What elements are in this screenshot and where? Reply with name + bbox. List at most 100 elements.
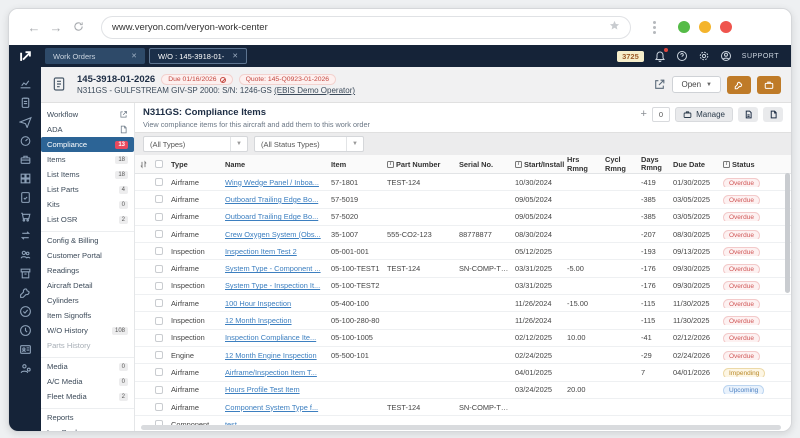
item-name-link[interactable]: Outboard Trailing Edge Bo... [225, 195, 318, 204]
url-bar[interactable]: www.veryon.com/veryon-work-center [101, 15, 631, 39]
sidebar-item-compliance[interactable]: Compliance 13 [41, 137, 134, 152]
item-name-link[interactable]: Component System Type f... [225, 403, 318, 412]
item-name-link[interactable]: System Type - Inspection It... [225, 281, 320, 290]
archive-icon[interactable] [19, 267, 32, 280]
item-name-link[interactable]: Crew Oxygen System (Obs... [225, 230, 321, 239]
window-control-green[interactable] [678, 21, 690, 33]
column-header-name[interactable]: Name [225, 160, 331, 169]
row-checkbox[interactable] [155, 333, 163, 342]
report-button[interactable] [763, 107, 783, 122]
forward-icon[interactable]: → [45, 20, 67, 35]
grid-icon[interactable] [19, 172, 32, 185]
close-icon[interactable]: ✕ [131, 52, 137, 60]
column-header-status[interactable]: i Status [723, 160, 791, 169]
toolbox-icon[interactable] [19, 153, 32, 166]
sidebar-item-fleet-media[interactable]: Fleet Media 2 [41, 389, 134, 404]
browser-menu-icon[interactable] [653, 20, 656, 34]
back-icon[interactable]: ← [23, 20, 45, 35]
veryon-logo-icon[interactable] [9, 45, 41, 67]
clock-icon[interactable] [19, 324, 32, 337]
item-name-link[interactable]: Airframe/Inspection Item T... [225, 368, 317, 377]
sidebar-item-customer-portal[interactable]: Customer Portal [41, 248, 134, 263]
item-name-link[interactable]: Wing Wedge Panel / Inboa... [225, 178, 319, 187]
gauge-icon[interactable] [19, 134, 32, 147]
operator-link[interactable]: (EBIS Demo Operator) [274, 86, 355, 95]
column-header-serial[interactable]: Serial No. [459, 160, 515, 169]
sidebar-item-list-parts[interactable]: List Parts 4 [41, 182, 134, 197]
row-checkbox[interactable] [155, 299, 163, 308]
bookmark-star-icon[interactable] [609, 20, 620, 34]
close-icon[interactable]: ✕ [232, 52, 238, 60]
sidebar-item-w-o-history[interactable]: W/O History 108 [41, 323, 134, 338]
sidebar-item-kits[interactable]: Kits 0 [41, 197, 134, 212]
row-checkbox[interactable] [155, 264, 163, 273]
item-name-link[interactable]: Outboard Trailing Edge Bo... [225, 212, 318, 221]
row-checkbox[interactable] [155, 368, 163, 377]
sidebar-item-item-signoffs[interactable]: Item Signoffs [41, 308, 134, 323]
column-header-hrs-rmng[interactable]: Hrs Rmng [567, 155, 605, 173]
reload-icon[interactable] [67, 20, 89, 35]
quote-badge[interactable]: Quote: 145-Q0923-01-2026 [238, 74, 337, 85]
column-header-part-number[interactable]: i Part Number [387, 160, 459, 169]
column-header-due-date[interactable]: Due Date [673, 160, 723, 169]
item-name-link[interactable]: 12 Month Inspection [225, 316, 292, 325]
type-filter-select[interactable]: (All Types) ▼ [143, 136, 248, 152]
status-filter-select[interactable]: (All Status Types) ▼ [254, 136, 364, 152]
vertical-scrollbar[interactable] [785, 173, 790, 293]
select-all-checkbox[interactable] [155, 160, 163, 168]
row-checkbox[interactable] [155, 281, 163, 290]
users-icon[interactable] [19, 248, 32, 261]
sidebar-item-cylinders[interactable]: Cylinders [41, 293, 134, 308]
sidebar-item-list-items[interactable]: List Items 18 [41, 167, 134, 182]
column-header-cycl-rmng[interactable]: Cycl Rmng [605, 155, 641, 173]
wrench-icon[interactable] [19, 286, 32, 299]
sidebar-item-ada[interactable]: ADA [41, 122, 134, 137]
id-card-icon[interactable] [19, 343, 32, 356]
column-header-days-rmng[interactable]: Days Rmng [641, 156, 673, 172]
tools-action-button[interactable] [727, 75, 751, 94]
row-checkbox[interactable] [155, 247, 163, 256]
column-header-item[interactable]: Item [331, 160, 387, 169]
sidebar-item-media[interactable]: Media 0 [41, 357, 134, 374]
export-button[interactable] [738, 107, 758, 122]
row-checkbox[interactable] [155, 316, 163, 325]
item-name-link[interactable]: 12 Month Engine Inspection [225, 351, 317, 360]
open-dropdown[interactable]: Open ▼ [672, 76, 721, 93]
tab-work-order-detail[interactable]: W/O : 145-3918-01- ✕ [149, 48, 248, 64]
notification-count-badge[interactable]: 3725 [617, 50, 644, 62]
help-icon[interactable] [676, 50, 688, 62]
manage-button[interactable]: Manage [675, 107, 733, 122]
sidebar-item-list-osr[interactable]: List OSR 2 [41, 212, 134, 227]
sidebar-item-config-billing[interactable]: Config & Billing [41, 231, 134, 248]
check-circle-icon[interactable] [19, 305, 32, 318]
row-checkbox[interactable] [155, 385, 163, 394]
sidebar-item-reports[interactable]: Reports [41, 408, 134, 425]
item-name-link[interactable]: Hours Profile Test Item [225, 385, 300, 394]
bell-icon[interactable] [654, 48, 668, 62]
transfer-icon[interactable] [19, 229, 32, 242]
sidebar-item-workflow[interactable]: Workflow [41, 107, 134, 122]
gear-icon[interactable] [698, 50, 710, 62]
row-checkbox[interactable] [155, 403, 163, 411]
item-name-link[interactable]: 100 Hour Inspection [225, 299, 291, 308]
horizontal-scrollbar[interactable] [141, 425, 781, 430]
line-chart-icon[interactable] [19, 77, 32, 90]
item-name-link[interactable]: Inspection Compliance Ite... [225, 333, 316, 342]
sidebar-item-items[interactable]: Items 18 [41, 152, 134, 167]
column-header-start-install[interactable]: i Start/Install [515, 160, 567, 169]
file-check-icon[interactable] [19, 191, 32, 204]
external-link-icon[interactable] [653, 78, 666, 91]
user-gear-icon[interactable] [19, 362, 32, 375]
sidebar-item-aircraft-detail[interactable]: Aircraft Detail [41, 278, 134, 293]
airplane-icon[interactable] [18, 115, 32, 128]
window-controls[interactable] [678, 21, 732, 33]
window-control-red[interactable] [720, 21, 732, 33]
sidebar-item-readings[interactable]: Readings [41, 263, 134, 278]
cart-icon[interactable] [19, 210, 32, 223]
window-control-yellow[interactable] [699, 21, 711, 33]
column-header-type[interactable]: Type [171, 160, 225, 169]
add-icon[interactable]: + [640, 109, 646, 120]
clipboard-icon[interactable] [19, 96, 32, 109]
support-link[interactable]: SUPPORT [742, 53, 779, 60]
row-checkbox[interactable] [155, 351, 163, 360]
